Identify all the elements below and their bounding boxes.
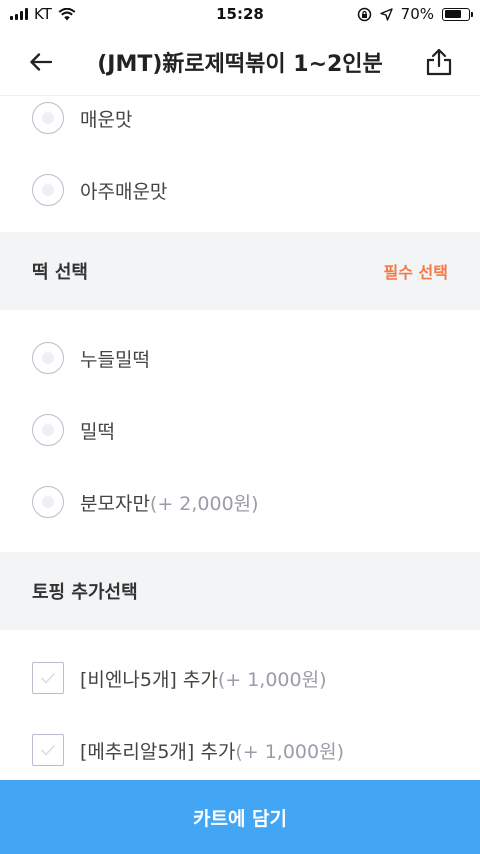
radio-button[interactable] — [32, 342, 64, 374]
option-label: 누들밀떡 — [80, 348, 150, 371]
add-to-cart-button[interactable]: 카트에 담기 — [0, 780, 480, 854]
radio-button[interactable] — [32, 174, 64, 206]
status-time: 15:28 — [216, 5, 264, 23]
add-to-cart-label: 카트에 담기 — [192, 807, 287, 830]
option-noodle-rice-cake[interactable]: 누들밀떡 — [0, 322, 480, 394]
battery-percent: 70% — [400, 5, 434, 23]
option-label: 아주매운맛 — [80, 180, 168, 203]
option-label: [메추리알5개] 추가 — [80, 740, 236, 763]
option-label: 매운맛 — [80, 108, 133, 131]
battery-icon — [442, 7, 473, 21]
rice-cake-section-header: 떡 선택 필수 선택 — [0, 232, 480, 310]
option-quail-egg[interactable]: [메추리알5개] 추가 (+ 1,000원) — [0, 714, 480, 780]
carrier-name: KT — [34, 5, 52, 23]
option-price: (+ 1,000원) — [235, 740, 344, 763]
status-bar: KT 15:28 70% — [0, 0, 480, 28]
page-title: (JMT)新로제떡볶이 1~2인분 — [97, 51, 383, 77]
options-scroll[interactable]: 매운맛 아주매운맛 떡 선택 필수 선택 누들밀떡 밀떡 분모자만 (+ 2,0… — [0, 96, 480, 780]
checkbox[interactable] — [32, 662, 64, 694]
radio-button[interactable] — [32, 102, 64, 134]
back-button[interactable] — [18, 39, 64, 85]
check-icon — [40, 672, 56, 684]
location-icon — [379, 7, 393, 21]
option-price: (+ 1,000원) — [217, 668, 327, 691]
section-title: 떡 선택 — [32, 262, 88, 283]
topping-section-header: 토핑 추가선택 — [0, 552, 480, 630]
orientation-lock-icon — [357, 7, 371, 21]
option-wheat-rice-cake[interactable]: 밀떡 — [0, 394, 480, 466]
checkbox[interactable] — [32, 734, 64, 766]
status-right: 70% — [330, 5, 473, 23]
option-spicy[interactable]: 매운맛 — [0, 96, 480, 154]
required-badge: 필수 선택 — [383, 263, 448, 282]
section-title: 토핑 추가선택 — [32, 582, 138, 603]
share-icon — [426, 48, 452, 75]
option-label: 분모자만 — [80, 492, 150, 515]
status-left: KT — [10, 5, 150, 23]
wifi-icon — [58, 7, 76, 20]
back-arrow-icon — [30, 52, 52, 71]
option-vienna-sausage[interactable]: [비엔나5개] 추가 (+ 1,000원) — [0, 642, 480, 714]
option-bunmoja-only[interactable]: 분모자만 (+ 2,000원) — [0, 466, 480, 538]
signal-icon — [10, 8, 28, 20]
option-label: 밀떡 — [80, 420, 115, 443]
option-very-spicy[interactable]: 아주매운맛 — [0, 154, 480, 226]
app-header: (JMT)新로제떡볶이 1~2인분 — [0, 28, 480, 96]
radio-button[interactable] — [32, 414, 64, 446]
radio-button[interactable] — [32, 486, 64, 518]
option-label: [비엔나5개] 추가 — [80, 668, 218, 691]
share-button[interactable] — [416, 39, 462, 85]
option-price: (+ 2,000원) — [149, 492, 259, 515]
check-icon — [40, 744, 56, 756]
